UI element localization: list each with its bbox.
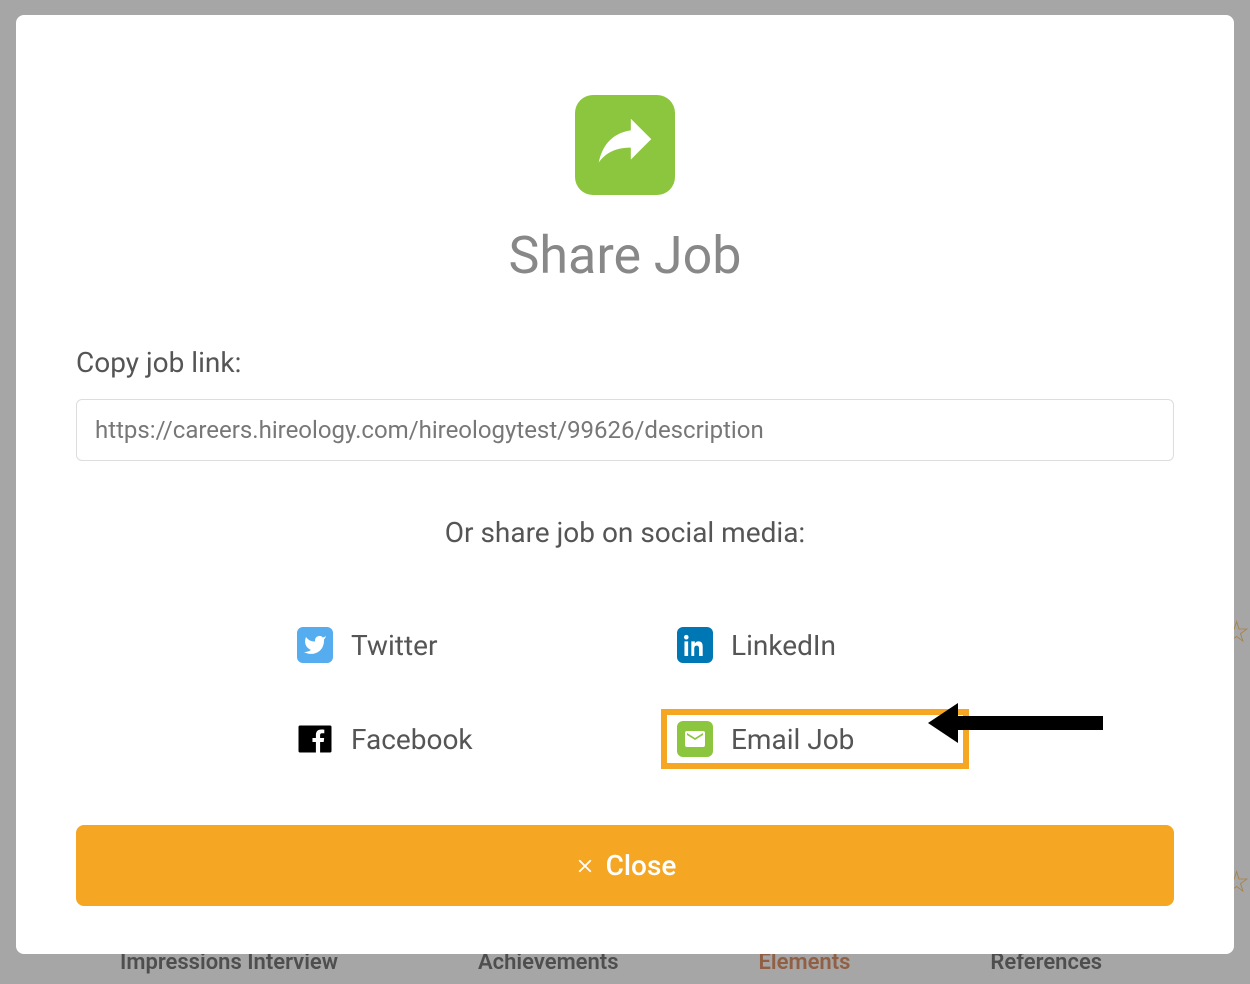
social-share-label: Or share job on social media: xyxy=(76,516,1174,549)
email-icon xyxy=(677,721,713,757)
share-twitter-button[interactable]: Twitter xyxy=(285,619,585,671)
email-label: Email Job xyxy=(731,723,854,756)
share-arrow-icon xyxy=(575,95,675,195)
facebook-icon xyxy=(297,721,333,757)
job-link-input[interactable] xyxy=(76,399,1174,461)
close-icon xyxy=(574,855,596,877)
close-button-label: Close xyxy=(606,849,677,882)
linkedin-icon xyxy=(677,627,713,663)
modal-title: Share Job xyxy=(76,225,1174,286)
share-linkedin-button[interactable]: LinkedIn xyxy=(665,619,965,671)
twitter-icon xyxy=(297,627,333,663)
close-button[interactable]: Close xyxy=(76,825,1174,906)
linkedin-label: LinkedIn xyxy=(731,629,836,662)
social-share-grid: Twitter LinkedIn Facebook Email Job xyxy=(285,619,965,765)
share-facebook-button[interactable]: Facebook xyxy=(285,713,585,765)
share-icon-container xyxy=(76,95,1174,195)
annotation-arrow xyxy=(928,698,1108,752)
copy-link-label: Copy job link: xyxy=(76,346,1174,379)
facebook-label: Facebook xyxy=(351,723,473,756)
twitter-label: Twitter xyxy=(351,629,437,662)
share-email-button[interactable]: Email Job xyxy=(665,713,965,765)
share-job-modal: Share Job Copy job link: Or share job on… xyxy=(16,15,1234,954)
